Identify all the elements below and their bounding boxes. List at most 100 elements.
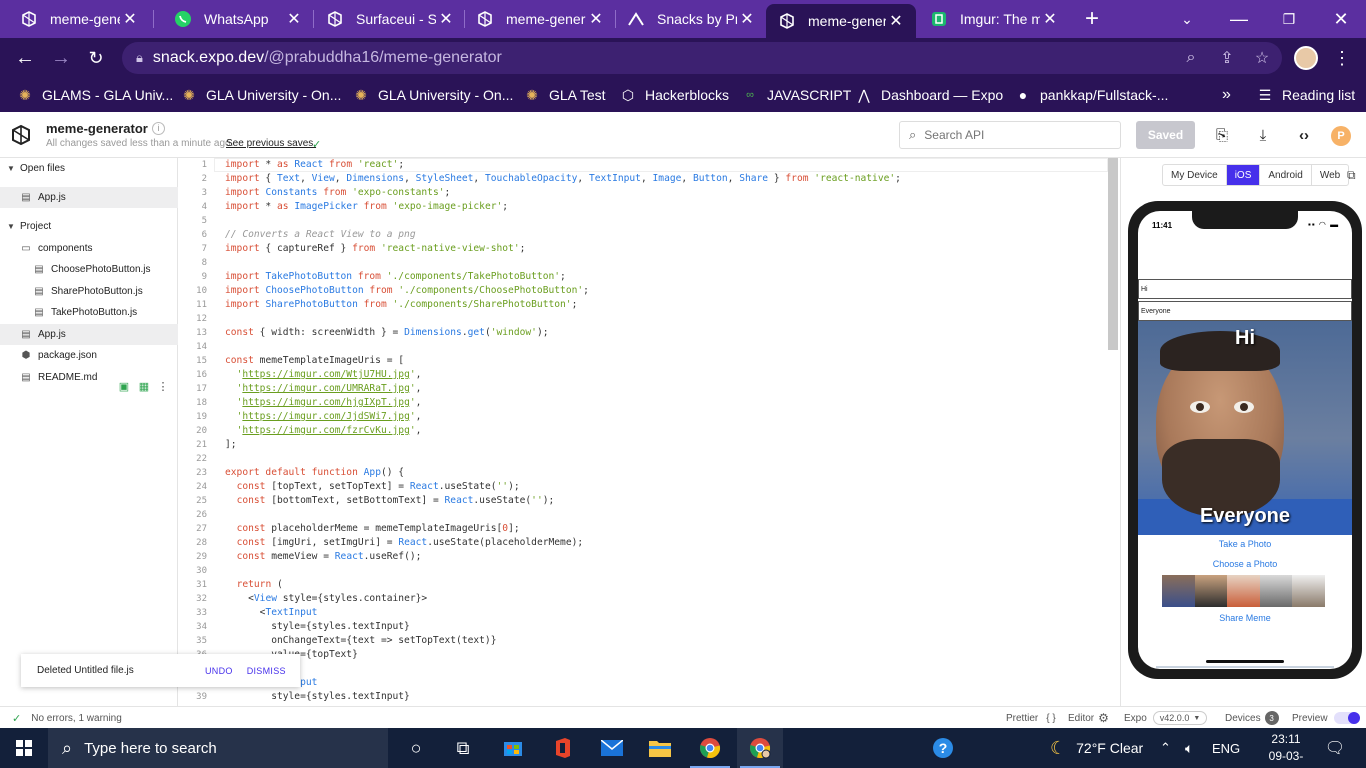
file-package-json[interactable]: ⬢ package.json bbox=[0, 345, 178, 366]
code-line[interactable]: ]; bbox=[225, 439, 237, 450]
code-line[interactable]: <TextInput bbox=[225, 607, 318, 618]
folder-components[interactable]: ▭ components bbox=[0, 238, 178, 259]
code-line[interactable]: const [bottomText, setBottomText] = Reac… bbox=[225, 495, 555, 506]
file-take-photo-button[interactable]: ▤ TakePhotoButton.js bbox=[0, 302, 178, 323]
windows-start-icon[interactable] bbox=[1, 728, 47, 768]
system-clock[interactable]: 23:11 09-03-2022 bbox=[1256, 731, 1316, 768]
user-avatar[interactable]: P bbox=[1331, 126, 1351, 146]
bookmark-star-icon[interactable]: ☆ bbox=[1249, 42, 1275, 74]
mode-android[interactable]: Android bbox=[1260, 165, 1312, 185]
devices-indicator[interactable]: Devices 3 bbox=[1225, 707, 1279, 729]
forward-arrow-icon[interactable]: → bbox=[46, 38, 76, 78]
project-name[interactable]: meme-generator bbox=[46, 121, 148, 136]
code-line[interactable]: import * as React from 'react'; bbox=[225, 159, 404, 170]
file-explorer-icon[interactable] bbox=[637, 728, 683, 768]
bottom-text-input[interactable]: Everyone bbox=[1138, 301, 1352, 321]
code-line[interactable]: export default function App() { bbox=[225, 467, 404, 478]
code-line[interactable]: import ChoosePhotoButton from './compone… bbox=[225, 285, 589, 296]
device-connect-icon[interactable]: ⎘ bbox=[1209, 121, 1235, 149]
search-api-input[interactable] bbox=[924, 128, 1095, 142]
preview-switch[interactable] bbox=[1333, 712, 1360, 724]
close-tab-icon[interactable]: ✕ bbox=[1040, 9, 1060, 29]
expo-sdk-selector[interactable]: Expo v42.0.0 ▼ bbox=[1124, 707, 1208, 729]
weather-widget[interactable]: ☾ 72°F Clear bbox=[1050, 728, 1143, 768]
mail-icon[interactable] bbox=[589, 728, 635, 768]
minimize-icon[interactable]: — bbox=[1224, 0, 1254, 38]
embed-code-icon[interactable]: ‹› bbox=[1291, 121, 1317, 149]
code-line[interactable]: style={styles.textInput} bbox=[225, 621, 410, 632]
office-icon[interactable] bbox=[540, 728, 586, 768]
chrome-icon[interactable] bbox=[687, 728, 733, 768]
code-line[interactable]: 'https://imgur.com/WtjU7HU.jpg', bbox=[225, 369, 422, 380]
zoom-icon[interactable]: ⌕ bbox=[1178, 42, 1204, 74]
reading-list-button[interactable]: ☰ Reading list bbox=[1256, 78, 1355, 112]
taskbar-search-box[interactable]: ⌕ Type here to search bbox=[48, 728, 388, 768]
profile-avatar[interactable] bbox=[1294, 46, 1318, 70]
bookmark-javascript[interactable]: ∞ JAVASCRIPT bbox=[741, 78, 851, 112]
code-line[interactable]: 'https://imgur.com/JjdSWi7.jpg', bbox=[225, 411, 422, 422]
volume-icon[interactable]: 🔈︎ bbox=[1185, 728, 1193, 768]
code-line[interactable]: const { width: screenWidth } = Dimension… bbox=[225, 327, 549, 338]
bookmark-gla-university-1[interactable]: ✺ GLA University - On... bbox=[180, 78, 341, 112]
microsoft-store-icon[interactable] bbox=[490, 728, 536, 768]
help-icon[interactable]: ? bbox=[920, 728, 966, 768]
code-line[interactable]: const placeholderMeme = memeTemplateImag… bbox=[225, 523, 520, 534]
saved-button[interactable]: Saved bbox=[1136, 121, 1195, 149]
code-line[interactable]: 'https://imgur.com/fzrCvKu.jpg', bbox=[225, 425, 422, 436]
reload-icon[interactable]: ↻ bbox=[81, 38, 111, 78]
template-thumbnail[interactable] bbox=[1227, 575, 1260, 607]
project-section[interactable]: ▼ Project bbox=[0, 216, 178, 237]
tab-meme-generator-active[interactable]: meme-genera ✕ bbox=[766, 4, 916, 38]
code-line[interactable]: 'https://imgur.com/hjgIXpT.jpg', bbox=[225, 397, 422, 408]
share-icon[interactable]: ⇪ bbox=[1214, 42, 1240, 74]
code-line[interactable]: <View style={styles.container}> bbox=[225, 593, 427, 604]
file-share-photo-button[interactable]: ▤ SharePhotoButton.js bbox=[0, 281, 178, 302]
code-line[interactable]: import TakePhotoButton from './component… bbox=[225, 271, 566, 282]
close-tab-icon[interactable]: ✕ bbox=[436, 9, 456, 29]
close-window-icon[interactable]: ✕ bbox=[1326, 0, 1356, 38]
new-tab-icon[interactable]: + bbox=[1077, 0, 1107, 38]
tab-imgur[interactable]: Imgur: The ma ✕ bbox=[910, 0, 1070, 38]
chrome-profile-icon[interactable] bbox=[737, 728, 783, 768]
snack-logo-icon[interactable] bbox=[10, 124, 32, 146]
back-arrow-icon[interactable]: ← bbox=[10, 38, 40, 78]
language-indicator[interactable]: ENG bbox=[1212, 728, 1240, 768]
task-view-icon[interactable]: ⧉ bbox=[440, 728, 486, 768]
code-line[interactable]: 'https://imgur.com/UMRARaT.jpg', bbox=[225, 383, 422, 394]
download-icon[interactable]: ⤓ bbox=[1250, 121, 1276, 149]
bookmark-hackerblocks[interactable]: ⬡ Hackerblocks bbox=[619, 78, 729, 112]
mode-my-device[interactable]: My Device bbox=[1163, 165, 1227, 185]
file-app-js[interactable]: ▤ App.js bbox=[0, 324, 178, 345]
omnibox[interactable]: 🔒︎ snack.expo.dev/@prabuddha16/meme-gene… bbox=[122, 42, 1282, 74]
status-indicator[interactable]: ✓ No errors, 1 warning bbox=[12, 707, 122, 729]
editor-settings[interactable]: Editor ⚙ bbox=[1068, 707, 1109, 729]
phone-screen[interactable]: 11:41 ▪▪ ◠ ▬ Hi Everyone Hi Everyone Tak… bbox=[1138, 211, 1352, 669]
open-external-icon[interactable]: ⧉ bbox=[1347, 168, 1356, 183]
close-tab-icon[interactable]: ✕ bbox=[120, 9, 140, 29]
code-line[interactable]: import { Text, View, Dimensions, StyleSh… bbox=[225, 173, 901, 184]
open-files-section[interactable]: ▼ Open files bbox=[0, 158, 178, 179]
bookmark-github-fullstack[interactable]: ● pankkap/Fullstack-... bbox=[1014, 78, 1169, 112]
share-meme-button[interactable]: Share Meme bbox=[1138, 613, 1352, 623]
editor-scrollbar[interactable] bbox=[1108, 158, 1118, 350]
code-line[interactable]: import SharePhotoButton from './componen… bbox=[225, 299, 577, 310]
bookmark-gla-university-2[interactable]: ✺ GLA University - On... bbox=[352, 78, 513, 112]
code-line[interactable]: // Converts a React View to a png bbox=[225, 229, 416, 240]
url-text[interactable]: snack.expo.dev/@prabuddha16/meme-generat… bbox=[153, 49, 502, 67]
code-line[interactable]: const memeView = React.useRef(); bbox=[225, 551, 422, 562]
code-line[interactable]: import { captureRef } from 'react-native… bbox=[225, 243, 525, 254]
code-line[interactable]: import * as ImagePicker from 'expo-image… bbox=[225, 201, 508, 212]
close-tab-icon[interactable]: ✕ bbox=[886, 11, 906, 31]
file-readme[interactable]: ▤ README.md bbox=[0, 367, 178, 388]
cortana-icon[interactable]: ○ bbox=[393, 728, 439, 768]
mode-web[interactable]: Web bbox=[1312, 165, 1348, 185]
code-line[interactable]: return ( bbox=[225, 579, 283, 590]
code-editor[interactable]: 1 2 3 4 5 6 7 8 9 10 11 12 13 14 15 16 17 18 19 20 21 22 23 24 2… bbox=[178, 158, 1120, 706]
file-choose-photo-button[interactable]: ▤ ChoosePhotoButton.js bbox=[0, 259, 178, 280]
preview-toggle[interactable]: Preview bbox=[1292, 707, 1360, 729]
take-photo-button[interactable]: Take a Photo bbox=[1138, 539, 1352, 549]
code-line[interactable]: const [imgUri, setImgUri] = React.useSta… bbox=[225, 537, 584, 548]
template-thumbnail[interactable] bbox=[1292, 575, 1325, 607]
tab-whatsapp[interactable]: WhatsApp ✕ bbox=[154, 0, 314, 38]
restore-icon[interactable]: ❐ bbox=[1274, 0, 1304, 38]
